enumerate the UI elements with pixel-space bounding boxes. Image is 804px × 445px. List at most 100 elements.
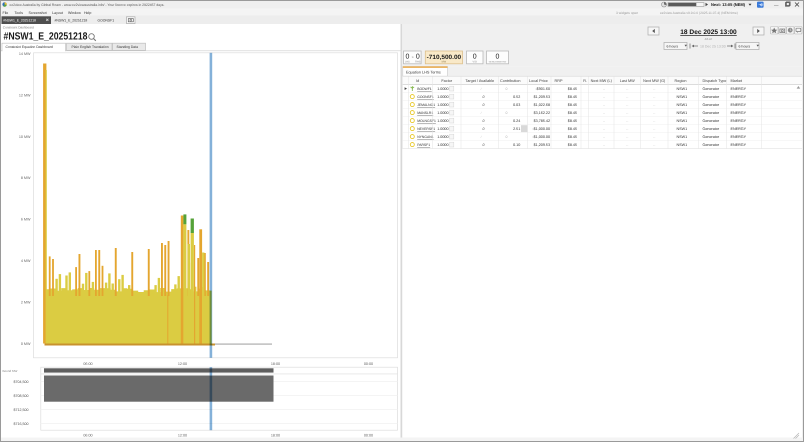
svg-text:1.0000: 1.0000 — [437, 87, 448, 91]
svg-text:6 hours: 6 hours — [739, 45, 751, 49]
svg-text:Generator: Generator — [703, 103, 720, 107]
svg-text:Market: Market — [731, 79, 744, 83]
svg-text:BODWF1: BODWF1 — [417, 87, 432, 91]
svg-text:$712,500: $712,500 — [14, 408, 29, 412]
svg-text:$704,500: $704,500 — [14, 380, 29, 384]
svg-text:00:00: 00:00 — [364, 362, 373, 366]
svg-text:12 MW: 12 MW — [19, 93, 31, 97]
svg-text:/: / — [481, 135, 482, 139]
svg-text:Last MW: Last MW — [620, 79, 635, 83]
svg-text:Generator: Generator — [703, 111, 720, 115]
svg-text:1.0000: 1.0000 — [437, 119, 448, 123]
svg-text:$1,022.68: $1,022.68 — [534, 103, 550, 107]
svg-text:0: 0 — [506, 87, 508, 91]
svg-text:File: File — [3, 11, 9, 15]
svg-text:--: -- — [603, 119, 605, 123]
svg-text:--: -- — [626, 119, 628, 123]
svg-text:Local Price: Local Price — [529, 79, 548, 83]
svg-text:NSW1: NSW1 — [677, 87, 688, 91]
svg-text:Generator: Generator — [703, 143, 720, 147]
svg-text:GENCONSETINV: GENCONSETINV — [489, 60, 507, 63]
svg-text:0.52: 0.52 — [513, 95, 520, 99]
svg-text:0.10: 0.10 — [513, 143, 520, 147]
svg-text:0: 0 — [483, 143, 485, 147]
svg-text:1.0000: 1.0000 — [437, 103, 448, 107]
svg-text:6 MW: 6 MW — [21, 218, 31, 222]
svg-text:LHS: LHS — [405, 60, 410, 63]
svg-text:ENERGY: ENERGY — [731, 111, 747, 115]
svg-text:--: -- — [603, 87, 605, 91]
svg-text:2.51: 2.51 — [513, 127, 520, 131]
svg-text:0: 0 — [483, 95, 485, 99]
svg-text:--: -- — [653, 87, 655, 91]
svg-text:$8.45: $8.45 — [568, 119, 577, 123]
svg-text:Screenshot: Screenshot — [28, 11, 46, 15]
svg-text:R.: R. — [583, 79, 587, 83]
svg-text:$8.45: $8.45 — [568, 95, 577, 99]
svg-text:--: -- — [603, 103, 605, 107]
svg-text:NSW1: NSW1 — [677, 143, 688, 147]
svg-text:--: -- — [626, 127, 628, 131]
svg-text:—: — — [774, 2, 779, 7]
svg-text:--: -- — [603, 127, 605, 131]
svg-text:18 Dec 25 13:00: 18 Dec 25 13:00 — [700, 45, 726, 49]
svg-text:--: -- — [603, 135, 605, 139]
svg-text:Help: Help — [84, 11, 91, 15]
svg-text:#NSW1_E_20251218: #NSW1_E_20251218 — [4, 32, 88, 43]
svg-text:--: -- — [626, 103, 628, 107]
svg-text:--: -- — [653, 143, 655, 147]
svg-text:$8.45: $8.45 — [568, 135, 577, 139]
svg-text:0.24: 0.24 — [513, 119, 520, 123]
svg-text:ENERGY: ENERGY — [731, 87, 747, 91]
svg-text:#NSW1_E_20251218: #NSW1_E_20251218 — [3, 19, 36, 23]
svg-text:14 MW: 14 MW — [19, 52, 31, 56]
svg-text:--: -- — [603, 143, 605, 147]
svg-text:Next MW (G): Next MW (G) — [643, 79, 666, 83]
svg-text:/: / — [481, 87, 482, 91]
svg-text:ENERGY: ENERGY — [731, 127, 747, 131]
svg-text:1.0000: 1.0000 — [437, 143, 448, 147]
svg-text:$3,162.22: $3,162.22 — [534, 111, 550, 115]
svg-text:$708,500: $708,500 — [14, 394, 29, 398]
svg-text:Window: Window — [68, 11, 81, 15]
svg-text:Next MW (L): Next MW (L) — [591, 79, 613, 83]
svg-text:--: -- — [626, 111, 628, 115]
svg-text:ENERGY: ENERGY — [731, 119, 747, 123]
svg-text:0: 0 — [496, 54, 500, 61]
svg-text:1.0000: 1.0000 — [437, 127, 448, 131]
svg-text:--: -- — [653, 127, 655, 131]
svg-text:Generator: Generator — [703, 87, 720, 91]
svg-text:--: -- — [626, 95, 628, 99]
svg-text:Plain English Translation: Plain English Translation — [72, 45, 109, 49]
svg-text:MOLNGSF1: MOLNGSF1 — [417, 119, 436, 123]
svg-text:$716,500: $716,500 — [14, 422, 29, 426]
svg-text:1.0000: 1.0000 — [437, 95, 448, 99]
svg-text:--: -- — [653, 103, 655, 107]
svg-text:Generator: Generator — [703, 135, 720, 139]
svg-text:Constraint Dashboard: Constraint Dashboard — [3, 25, 34, 29]
svg-text:$8.45: $8.45 — [568, 111, 577, 115]
svg-text:RRP: RRP — [555, 79, 563, 83]
svg-text:--: -- — [653, 95, 655, 99]
svg-text:#NSW1_E_20251218: #NSW1_E_20251218 — [55, 19, 88, 23]
svg-text:MW: MW — [442, 61, 447, 64]
svg-text:/: / — [481, 111, 482, 115]
svg-text:Generator: Generator — [703, 95, 720, 99]
svg-text:$8.45: $8.45 — [568, 103, 577, 107]
svg-text:Generator: Generator — [703, 127, 720, 131]
svg-text:VIO: VIO — [473, 60, 477, 63]
svg-text:1.0000: 1.0000 — [437, 111, 448, 115]
svg-text:Generator: Generator — [703, 119, 720, 123]
svg-text:--: -- — [653, 111, 655, 115]
svg-text:0 MW: 0 MW — [21, 342, 31, 346]
svg-text:--: -- — [603, 111, 605, 115]
svg-text:--: -- — [626, 87, 628, 91]
svg-text:0: 0 — [483, 103, 485, 107]
svg-text:ENERGY: ENERGY — [731, 143, 747, 147]
svg-text:--: -- — [653, 119, 655, 123]
svg-text:0: 0 — [506, 111, 508, 115]
svg-text:NSW1: NSW1 — [677, 111, 688, 115]
svg-text:18:00: 18:00 — [271, 362, 280, 366]
svg-text:3 widgets open: 3 widgets open — [616, 11, 638, 15]
svg-text:06:00: 06:00 — [83, 362, 92, 366]
